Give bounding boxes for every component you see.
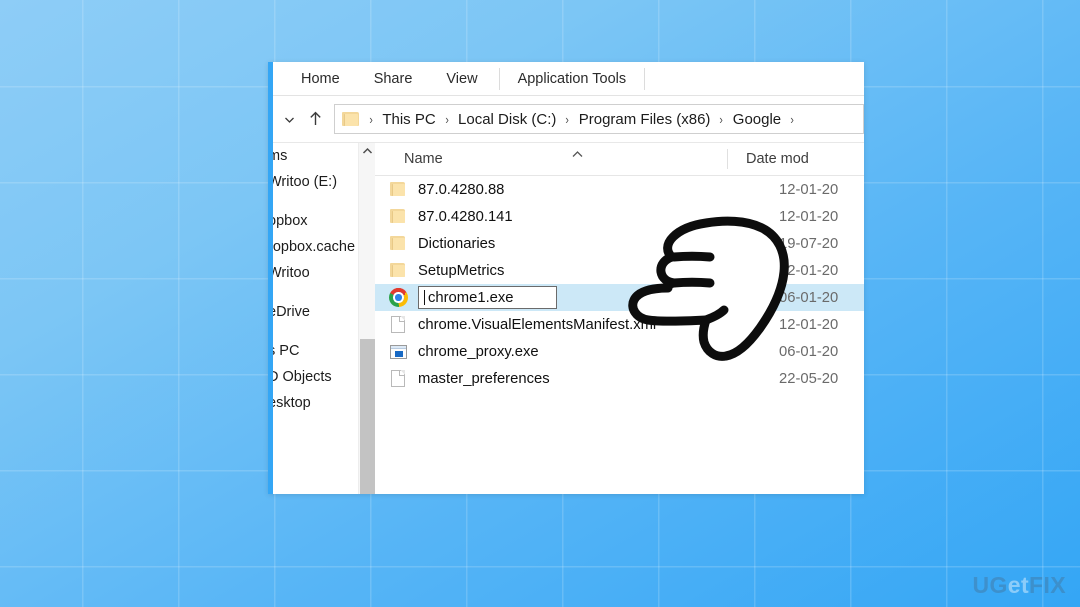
- breadcrumb-separator-2: ›: [565, 111, 570, 127]
- folder-icon: [388, 180, 409, 199]
- file-date-modified: 06-01-20: [779, 289, 839, 306]
- folder-icon: [388, 207, 409, 226]
- scroll-up-button[interactable]: [359, 143, 375, 160]
- breadcrumb[interactable]: › This PC › Local Disk (C:) › Program Fi…: [334, 104, 864, 134]
- document-icon: [388, 315, 409, 334]
- tab-view[interactable]: View: [429, 62, 494, 96]
- column-header-name[interactable]: Name: [375, 143, 727, 176]
- folder-icon: [388, 234, 409, 253]
- table-row[interactable]: SetupMetrics 12-01-20: [375, 257, 864, 284]
- application-icon: [388, 342, 409, 361]
- ribbon-tab-divider: [498, 67, 500, 90]
- file-name: 87.0.4280.88: [418, 181, 505, 198]
- column-header-date-modified[interactable]: Date mod: [727, 149, 809, 169]
- file-date-modified: 12-01-20: [779, 316, 839, 333]
- file-list-pane: Name Date mod 87.0.4280.88 12-01-20 87.0…: [375, 143, 864, 494]
- window-body: ms Writoo (E:) opbox ropbox.cache Writoo…: [268, 142, 864, 494]
- navigation-pane: ms Writoo (E:) opbox ropbox.cache Writoo…: [268, 143, 375, 494]
- chrome-logo-icon: [388, 288, 409, 307]
- up-one-level-button[interactable]: [302, 104, 328, 134]
- file-date-modified: 12-01-20: [779, 262, 839, 279]
- text-caret: [424, 290, 425, 305]
- breadcrumb-item-this-pc[interactable]: This PC: [380, 111, 437, 128]
- arrow-up-icon: [308, 110, 323, 128]
- ribbon-tab-divider-right: [644, 67, 646, 90]
- address-bar-row: › This PC › Local Disk (C:) › Program Fi…: [268, 96, 864, 142]
- tab-home[interactable]: Home: [284, 62, 357, 96]
- folder-icon: [388, 261, 409, 280]
- file-rows: 87.0.4280.88 12-01-20 87.0.4280.141 12-0…: [375, 176, 864, 494]
- tab-application-tools[interactable]: Application Tools: [504, 62, 641, 96]
- breadcrumb-separator-1: ›: [445, 111, 449, 127]
- table-row-selected[interactable]: chrome1.exe 06-01-20: [375, 284, 864, 311]
- watermark: UGetFIX: [972, 572, 1066, 599]
- breadcrumb-item-local-disk[interactable]: Local Disk (C:): [456, 111, 558, 128]
- navigation-pane-scrollbar[interactable]: [358, 143, 375, 494]
- breadcrumb-separator-3: ›: [719, 111, 724, 127]
- folder-icon: [342, 112, 359, 126]
- breadcrumb-separator-0: ›: [369, 111, 373, 127]
- column-header-name-label: Name: [404, 150, 443, 167]
- file-name: master_preferences: [418, 370, 550, 387]
- table-row[interactable]: master_preferences 22-05-20: [375, 365, 864, 392]
- desktop-backdrop: Home Share View Application Tools › This…: [0, 0, 1080, 607]
- scrollbar-thumb[interactable]: [360, 339, 375, 494]
- breadcrumb-item-program-files[interactable]: Program Files (x86): [577, 111, 713, 128]
- file-explorer-window: Home Share View Application Tools › This…: [268, 62, 864, 494]
- document-icon: [388, 369, 409, 388]
- watermark-accent: et: [1007, 572, 1030, 598]
- file-date-modified: 12-01-20: [779, 208, 839, 225]
- recent-locations-dropdown[interactable]: [276, 104, 302, 134]
- file-name: SetupMetrics: [418, 262, 505, 279]
- sort-ascending-icon: [571, 140, 584, 173]
- file-name-rename-wrapper: chrome1.exe: [418, 286, 773, 309]
- breadcrumb-separator-4: ›: [790, 111, 795, 127]
- rename-input[interactable]: chrome1.exe: [418, 286, 557, 309]
- chevron-up-icon: [362, 147, 373, 157]
- watermark-prefix: UG: [972, 572, 1008, 598]
- table-row[interactable]: chrome_proxy.exe 06-01-20: [375, 338, 864, 365]
- table-row[interactable]: chrome.VisualElementsManifest.xml 12-01-…: [375, 311, 864, 338]
- ribbon-tab-strip: Home Share View Application Tools: [268, 62, 864, 96]
- file-name: chrome.VisualElementsManifest.xml: [418, 316, 657, 333]
- file-date-modified: 19-07-20: [779, 235, 839, 252]
- window-left-edge-strip: [268, 62, 273, 494]
- chevron-down-icon: [283, 113, 296, 126]
- file-name: chrome_proxy.exe: [418, 343, 539, 360]
- file-name: 87.0.4280.141: [418, 208, 513, 225]
- file-date-modified: 22-05-20: [779, 370, 839, 387]
- file-date-modified: 12-01-20: [779, 181, 839, 198]
- table-row[interactable]: 87.0.4280.141 12-01-20: [375, 203, 864, 230]
- file-date-modified: 06-01-20: [779, 343, 839, 360]
- watermark-suffix: FIX: [1029, 572, 1066, 598]
- rename-input-value: chrome1.exe: [428, 289, 514, 306]
- tab-share[interactable]: Share: [357, 62, 430, 96]
- breadcrumb-item-google[interactable]: Google: [731, 111, 783, 128]
- table-row[interactable]: 87.0.4280.88 12-01-20: [375, 176, 864, 203]
- table-row[interactable]: Dictionaries 19-07-20: [375, 230, 864, 257]
- file-name: Dictionaries: [418, 235, 496, 252]
- column-header-row: Name Date mod: [375, 143, 864, 176]
